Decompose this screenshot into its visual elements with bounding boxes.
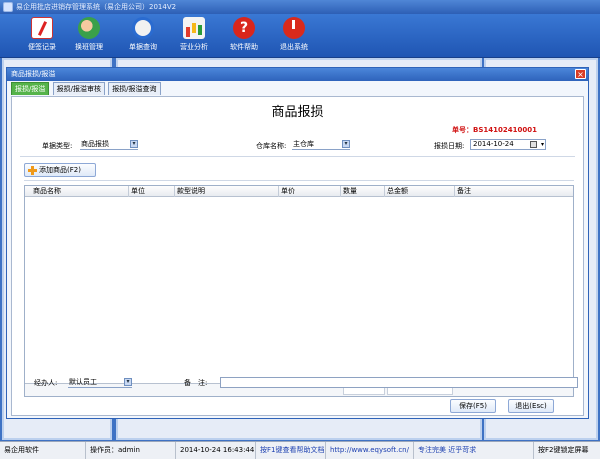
damage-report-dialog: 商品报损/报溢 × 报损/报溢 报损/报溢审核 报损/报溢查询 商品报损 单号：… bbox=[6, 67, 589, 419]
col-style[interactable]: 款型说明 bbox=[175, 186, 279, 197]
product-grid[interactable]: 商品名称 单位 款型说明 单价 数量 总金额 备注 bbox=[24, 185, 574, 397]
date-picker[interactable]: 2014-10-24 ▾ bbox=[470, 139, 546, 150]
chevron-down-icon: ▾ bbox=[130, 140, 138, 148]
filter-row: 单据类型: 商品报损 ▾ 仓库名称: 主仓库 ▾ 报损日期: 2014-10-2… bbox=[20, 137, 575, 157]
handler-select[interactable]: 默认员工 ▾ bbox=[68, 377, 132, 388]
bottom-row: 经办人: 默认员工 ▾ 备 注: bbox=[34, 377, 579, 391]
main-toolbar: 便签记录 换班管理 单据查询 营业分析 ? 软件帮助 退出系统 bbox=[0, 14, 600, 58]
remark-input[interactable] bbox=[220, 377, 578, 388]
toolbar-help-button[interactable]: ? 软件帮助 bbox=[222, 17, 266, 57]
handler-value: 默认员工 bbox=[69, 378, 97, 386]
toolbar-analysis-button[interactable]: 营业分析 bbox=[172, 17, 216, 57]
date-label: 报损日期: bbox=[434, 142, 465, 150]
toolbar-note-button[interactable]: 便签记录 bbox=[20, 17, 64, 57]
tab-content: 商品报损 单号：BS14102410001 单据类型: 商品报损 ▾ 仓库名称:… bbox=[11, 96, 584, 416]
tab-query[interactable]: 报损/报溢查询 bbox=[108, 82, 161, 95]
tab-review[interactable]: 报损/报溢审核 bbox=[52, 82, 105, 95]
status-datetime: 2014-10-24 16:43:44 bbox=[176, 442, 256, 459]
note-icon bbox=[31, 17, 53, 39]
col-price[interactable]: 单价 bbox=[279, 186, 341, 197]
col-unit[interactable]: 单位 bbox=[129, 186, 175, 197]
app-icon bbox=[3, 2, 13, 12]
warehouse-label: 仓库名称: bbox=[256, 142, 287, 150]
warehouse-value: 主仓库 bbox=[293, 140, 314, 148]
dialog-tabs: 报损/报溢 报损/报溢审核 报损/报溢查询 bbox=[7, 81, 588, 95]
type-value: 商品报损 bbox=[81, 140, 109, 148]
help-icon: ? bbox=[233, 17, 255, 39]
app-titlebar: 易企用批店进销存管理系统（易企用公司）2014V2 bbox=[0, 0, 600, 14]
toolbar-exit-button[interactable]: 退出系统 bbox=[272, 17, 316, 57]
plus-icon bbox=[28, 166, 37, 175]
col-total[interactable]: 总金额 bbox=[385, 186, 455, 197]
toolbar-query-label: 单据查询 bbox=[129, 43, 157, 51]
power-icon bbox=[283, 17, 305, 39]
toolbar-note-label: 便签记录 bbox=[28, 43, 56, 51]
handler-label: 经办人: bbox=[34, 379, 58, 387]
status-company: 易企用软件 bbox=[0, 442, 86, 459]
add-product-button[interactable]: 添加商品(F2) bbox=[24, 163, 96, 177]
toolbar-shift-button[interactable]: 换班管理 bbox=[67, 17, 111, 57]
col-product-name[interactable]: 商品名称 bbox=[25, 186, 129, 197]
toolbar-help-label: 软件帮助 bbox=[230, 43, 258, 51]
add-bar: 添加商品(F2) bbox=[24, 161, 574, 181]
exit-button[interactable]: 退出(Esc) bbox=[508, 399, 554, 413]
order-number: 单号：BS14102410001 bbox=[452, 126, 537, 134]
add-product-label: 添加商品(F2) bbox=[39, 166, 81, 174]
col-quantity[interactable]: 数量 bbox=[341, 186, 385, 197]
status-operator: 操作员：admin bbox=[86, 442, 176, 459]
warehouse-select[interactable]: 主仓库 ▾ bbox=[292, 139, 350, 150]
shift-icon bbox=[78, 17, 100, 39]
chevron-down-icon: ▾ bbox=[342, 140, 350, 148]
save-button[interactable]: 保存(F5) bbox=[450, 399, 496, 413]
app-title: 易企用批店进销存管理系统（易企用公司）2014V2 bbox=[16, 3, 177, 11]
tab-report[interactable]: 报损/报溢 bbox=[11, 82, 50, 95]
calendar-icon bbox=[530, 141, 537, 148]
toolbar-query-button[interactable]: 单据查询 bbox=[121, 17, 165, 57]
toolbar-exit-label: 退出系统 bbox=[280, 43, 308, 51]
date-value: 2014-10-24 bbox=[473, 140, 514, 148]
dialog-titlebar: 商品报损/报溢 × bbox=[7, 68, 588, 81]
form-title: 商品报损 bbox=[271, 105, 324, 120]
status-slogan: 专注完美 近乎苛求 bbox=[414, 442, 534, 459]
chevron-down-icon: ▾ bbox=[540, 141, 544, 148]
close-icon[interactable]: × bbox=[575, 69, 586, 79]
col-remark[interactable]: 备注 bbox=[455, 186, 573, 197]
toolbar-analysis-label: 营业分析 bbox=[180, 43, 208, 51]
status-help-hint: 按F1键查看帮助文档 bbox=[256, 442, 326, 459]
status-bar: 易企用软件 操作员：admin 2014-10-24 16:43:44 按F1键… bbox=[0, 441, 600, 459]
search-icon bbox=[132, 17, 154, 39]
status-lock-hint: 按F2键锁定屏幕 bbox=[538, 446, 589, 454]
bar-chart-icon bbox=[183, 17, 205, 39]
type-label: 单据类型: bbox=[42, 142, 73, 150]
status-website[interactable]: http://www.eqysoft.cn/ bbox=[326, 442, 414, 459]
type-select[interactable]: 商品报损 ▾ bbox=[80, 139, 138, 150]
dialog-title: 商品报损/报溢 bbox=[11, 70, 56, 78]
toolbar-shift-label: 换班管理 bbox=[75, 43, 103, 51]
grid-header: 商品名称 单位 款型说明 单价 数量 总金额 备注 bbox=[25, 186, 573, 197]
chevron-down-icon: ▾ bbox=[124, 378, 132, 386]
remark-label: 备 注: bbox=[184, 379, 208, 387]
